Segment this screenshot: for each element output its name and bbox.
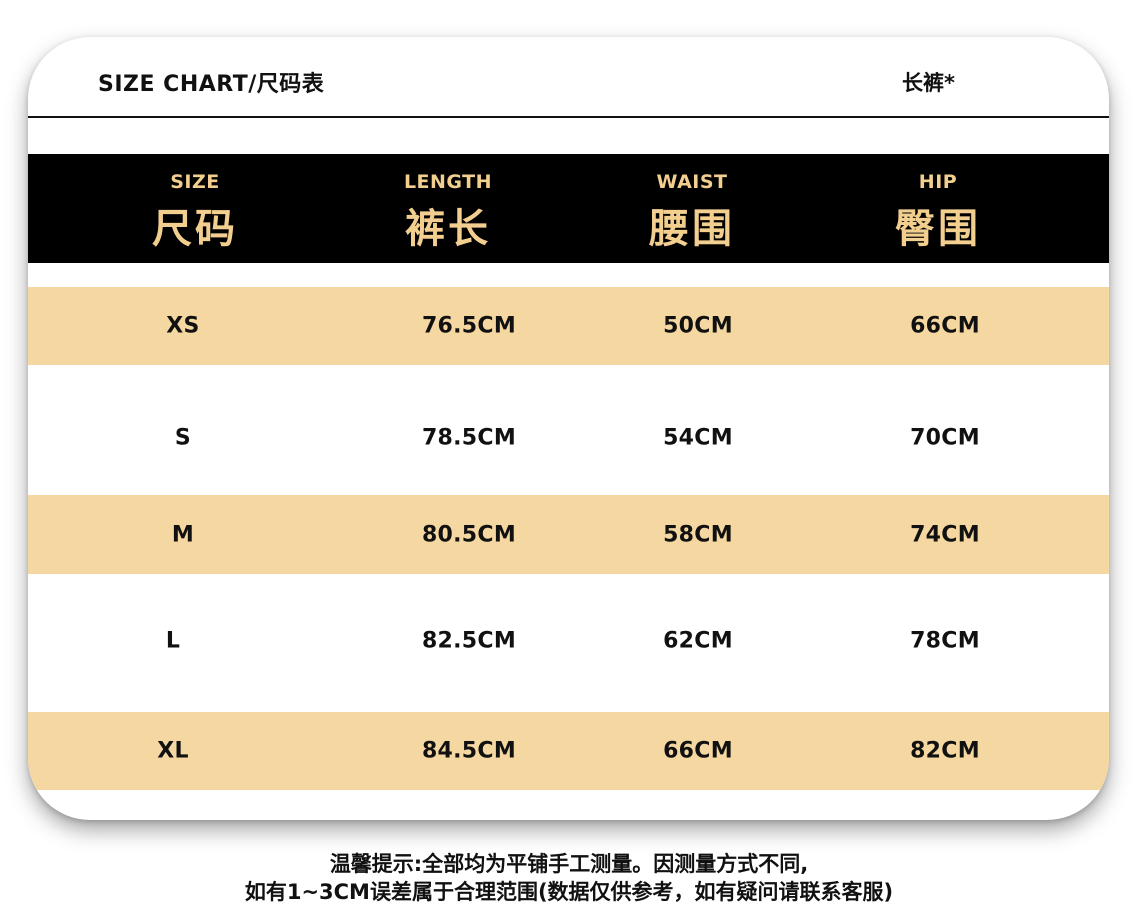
header-size-zh: 尺码 [152,206,238,252]
cell-waist: 58CM [663,522,733,547]
measurement-note-line2: 如有1~3CM误差属于合理范围(数据仅供参考，如有疑问请联系客服) [244,880,894,904]
cell-size: XS [166,313,200,339]
table-row: L 82.5CM 62CM 78CM [28,600,1109,682]
cell-waist: 54CM [663,425,733,451]
chart-title: SIZE CHART/尺码表 [98,72,325,97]
cell-hip: 74CM [910,522,980,547]
header-hip-en: HIP [918,171,958,193]
header-length: LENGTH 裤长 [348,154,548,263]
cell-waist: 66CM [663,738,733,764]
table-row: XL 84.5CM 66CM 82CM [28,712,1109,790]
cell-hip: 66CM [910,313,980,339]
cell-length: 82.5CM [421,628,517,654]
cell-waist: 50CM [663,313,733,339]
header-waist-zh: 腰围 [649,206,735,252]
header-length-zh: 裤长 [405,206,491,252]
cell-length: 76.5CM [421,313,517,339]
cell-size: L [165,628,181,654]
cell-size: XL [157,738,189,764]
cell-size: M [171,522,195,547]
cell-hip: 70CM [910,425,980,451]
table-row: XS 76.5CM 50CM 66CM [28,287,1109,365]
size-chart-card: SIZE CHART/尺码表 长裤* SIZE 尺码 LENGTH 裤长 WAI… [28,37,1109,820]
header-size: SIZE 尺码 [95,154,295,263]
cell-length: 80.5CM [421,522,517,547]
cell-length: 78.5CM [421,425,517,451]
header-hip-zh: 臀围 [895,206,981,252]
measurement-note-line1: 温馨提示:全部均为平铺手工测量。因测量方式不同, [329,852,809,876]
table-row: M 80.5CM 58CM 74CM [28,495,1109,574]
header-size-en: SIZE [170,171,220,193]
cell-length: 84.5CM [421,738,517,764]
product-type-label: 长裤* [902,71,955,95]
header-hip: HIP 臀围 [838,154,1038,263]
cell-hip: 78CM [910,628,980,654]
cell-size: S [174,425,192,451]
title-divider [28,116,1109,118]
cell-hip: 82CM [910,738,980,764]
header-length-en: LENGTH [403,171,493,193]
table-header: SIZE 尺码 LENGTH 裤长 WAIST 腰围 HIP 臀围 [28,154,1109,263]
cell-waist: 62CM [663,628,733,654]
header-waist-en: WAIST [656,171,728,193]
table-row: S 78.5CM 54CM 70CM [28,397,1109,479]
header-waist: WAIST 腰围 [592,154,792,263]
